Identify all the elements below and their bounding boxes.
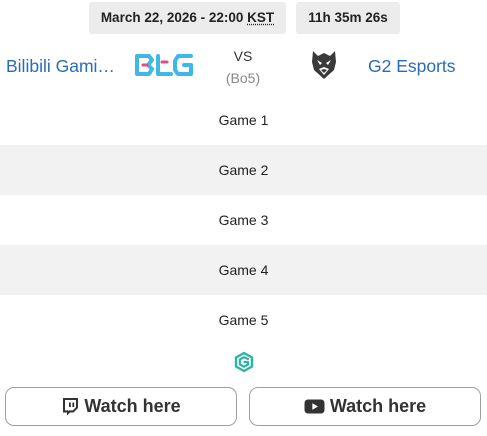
watch-twitch-button[interactable]: Watch here (5, 387, 237, 426)
watch-youtube-label: Watch here (329, 396, 427, 416)
countdown-badge: 11h 35m 26s (296, 2, 400, 34)
game-label: Game 5 (218, 312, 269, 328)
game-label: Game 4 (218, 262, 269, 278)
game-row-5: Game 5 (0, 295, 487, 345)
versus-label: VS (233, 48, 253, 64)
youtube-icon (304, 399, 325, 414)
gol-gg-icon[interactable] (233, 351, 255, 373)
match-date: March 22, 2026 - 22:00 (100, 10, 244, 25)
watch-youtube-button[interactable]: Watch here (249, 387, 481, 426)
game-label: Game 1 (218, 112, 269, 128)
series-format: (Bo5) (225, 70, 261, 86)
watch-twitch-label: Watch here (84, 396, 181, 416)
game-row-4: Game 4 (0, 245, 487, 295)
bilibili-gaming-logo[interactable] (133, 52, 195, 78)
match-card: March 22, 2026 - 22:00 KST 11h 35m 26s B… (0, 0, 487, 436)
game-label: Game 2 (218, 162, 269, 178)
team-left-name[interactable]: Bilibili Gami… (6, 53, 118, 79)
match-datetime-badge: March 22, 2026 - 22:00 KST (89, 2, 286, 34)
twitch-icon (63, 398, 79, 416)
game-label: Game 3 (218, 212, 269, 228)
team-right-name[interactable]: G2 Esports (368, 53, 478, 79)
game-row-1: Game 1 (0, 95, 487, 145)
match-info-badges: March 22, 2026 - 22:00 KST 11h 35m 26s (0, 2, 487, 34)
game-row-2: Game 2 (0, 145, 487, 195)
g2-esports-logo[interactable] (308, 48, 340, 82)
match-timezone[interactable]: KST (247, 10, 274, 25)
games-list: Game 1 Game 2 Game 3 Game 4 Game 5 (0, 95, 487, 345)
game-row-3: Game 3 (0, 195, 487, 245)
